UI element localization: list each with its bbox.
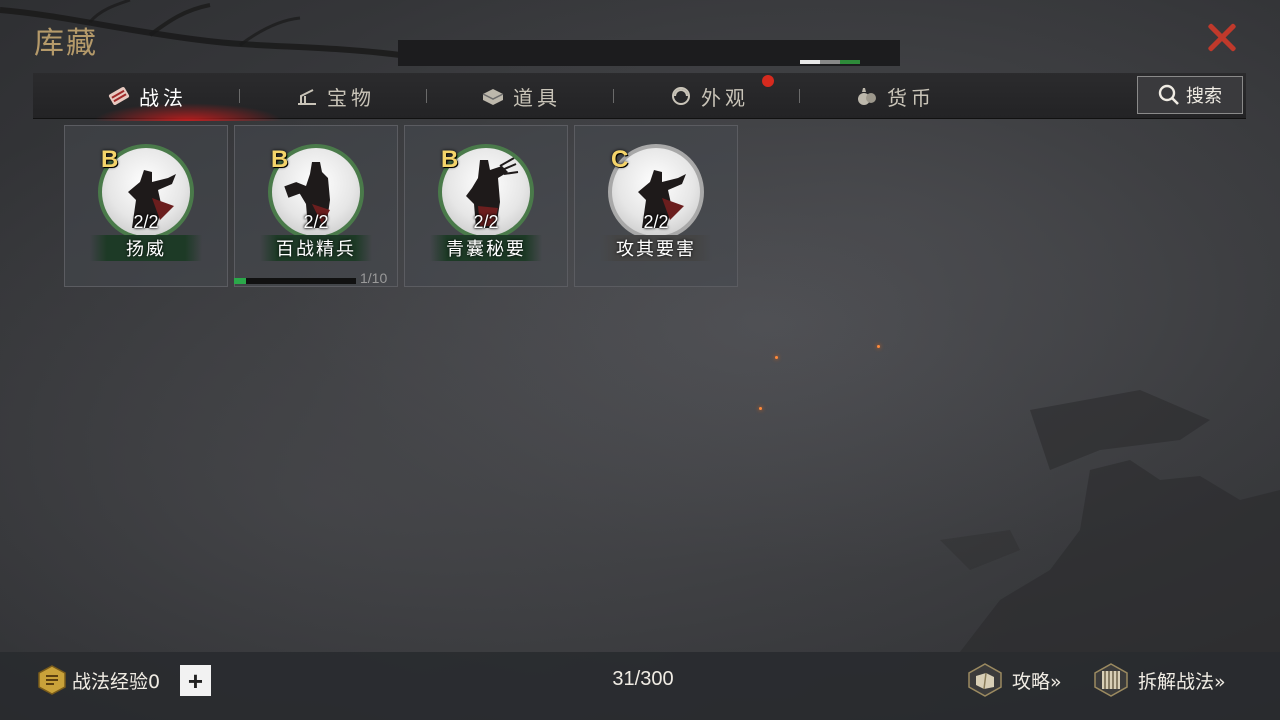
grade-badge: B — [441, 146, 459, 173]
tactic-name: 青囊秘要 — [446, 239, 526, 260]
money-bag-icon — [858, 88, 876, 105]
treasure-icon — [298, 89, 316, 105]
close-icon[interactable] — [1202, 18, 1242, 58]
tab-treasure[interactable]: 宝物 — [295, 73, 375, 119]
progress-fill — [234, 278, 247, 284]
dismantle-icon — [1094, 663, 1128, 697]
tab-label: 宝物 — [327, 85, 375, 110]
tab-label: 道具 — [513, 85, 561, 110]
tab-appearance[interactable]: 外观 — [669, 73, 749, 119]
tactic-name: 攻其要害 — [616, 239, 696, 260]
capacity-count: 31/300 — [612, 668, 674, 690]
page-title: 库藏 — [34, 26, 98, 61]
tab-divider — [799, 89, 800, 103]
name-plate: 攻其要害 — [600, 235, 712, 261]
grade-badge: B — [271, 146, 289, 173]
tactics-icon — [108, 87, 130, 105]
search-button[interactable]: 搜索 — [1137, 76, 1243, 114]
tactic-name: 百战精兵 — [276, 239, 356, 260]
name-plate: 青囊秘要 — [430, 235, 542, 261]
guide-label: 攻略» — [1012, 670, 1062, 693]
card-count: 2/2 — [473, 212, 499, 232]
progress-text: 1/10 — [360, 270, 388, 286]
card-count: 2/2 — [303, 212, 329, 232]
guide-book-icon — [968, 663, 1002, 697]
cavalry-silhouette — [940, 390, 1280, 652]
notification-dot — [762, 75, 774, 87]
dismantle-label: 拆解战法» — [1138, 670, 1226, 693]
item-chest-icon — [482, 89, 504, 105]
tab-items[interactable]: 道具 — [481, 73, 561, 119]
card-count: 2/2 — [643, 212, 669, 232]
tactic-name: 扬威 — [126, 239, 166, 260]
dismantle-tactics-button[interactable]: 拆解战法» — [1092, 660, 1226, 700]
tab-label: 货币 — [887, 85, 935, 110]
grade-badge: B — [101, 146, 119, 173]
card-count: 2/2 — [133, 212, 159, 232]
tab-divider — [613, 89, 614, 103]
card-progress-bar — [234, 278, 356, 284]
tab-bar: 战法 宝物 道具 外观 货币 — [33, 73, 1246, 121]
tactic-card[interactable]: C 2/2 攻其要害 — [574, 125, 738, 287]
top-banner — [398, 40, 900, 66]
tactic-card[interactable]: B 2/2 百战精兵 — [234, 125, 398, 287]
tab-label: 外观 — [701, 85, 749, 110]
search-icon — [1158, 84, 1179, 105]
name-plate: 百战精兵 — [260, 235, 372, 261]
tactic-card[interactable]: B 2/2 青囊秘要 — [404, 125, 568, 287]
tab-tactics[interactable]: 战法 — [107, 73, 187, 119]
tab-divider — [239, 89, 240, 103]
tab-label: 战法 — [139, 85, 187, 110]
appearance-icon — [672, 87, 690, 105]
name-plate: 扬威 — [90, 235, 202, 261]
grade-badge: C — [611, 146, 629, 173]
search-label: 搜索 — [1186, 86, 1222, 107]
tab-divider — [426, 89, 427, 103]
tab-currency[interactable]: 货币 — [855, 73, 935, 119]
tactic-card[interactable]: B 2/2 扬威 — [64, 125, 228, 287]
guide-button[interactable]: 攻略» — [966, 660, 1062, 700]
